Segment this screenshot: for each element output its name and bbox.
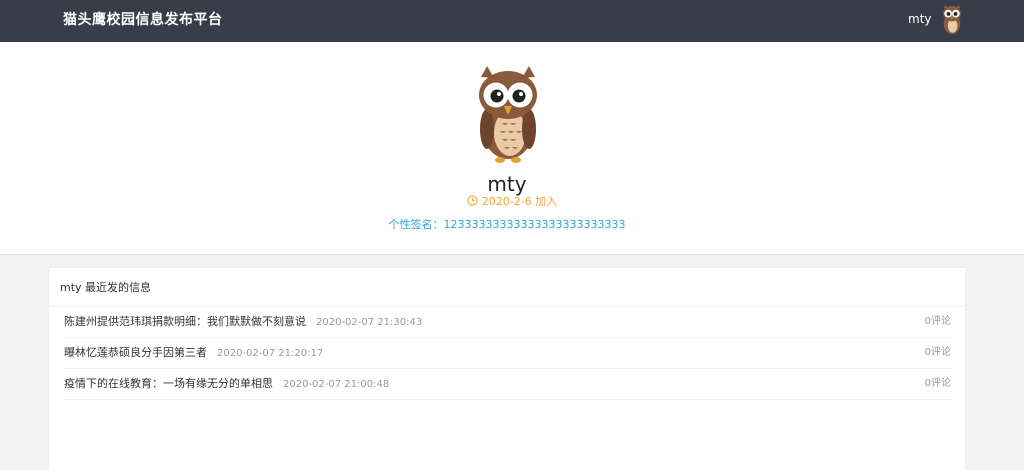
- nav-owl-avatar-icon[interactable]: [940, 4, 964, 36]
- post-link[interactable]: 曝林忆莲恭硕良分手因第三者 2020-02-07 21:20:17: [64, 346, 323, 361]
- clock-icon: [467, 195, 478, 206]
- post-row: 疫情下的在线教育：一场有缘无分的单相思 2020-02-07 21:00:48 0…: [64, 369, 951, 400]
- post-time: 2020-02-07 21:00:48: [283, 379, 390, 390]
- profile-username: mty: [487, 172, 527, 196]
- post-row: 曝林忆莲恭硕良分手因第三者 2020-02-07 21:20:17 0评论: [64, 338, 951, 369]
- join-date: 2020-2-6 加入: [0, 195, 1024, 209]
- post-link[interactable]: 陈建州提供范玮琪捐款明细：我们默默做不刻意说 2020-02-07 21:30:4…: [64, 315, 422, 330]
- site-brand[interactable]: 猫头鹰校园信息发布平台: [63, 11, 223, 29]
- post-row: 陈建州提供范玮琪捐款明细：我们默默做不刻意说 2020-02-07 21:30:4…: [64, 307, 951, 338]
- post-title[interactable]: 陈建州提供范玮琪捐款明细：我们默默做不刻意说: [64, 315, 306, 328]
- recent-posts-list: 陈建州提供范玮琪捐款明细：我们默默做不刻意说 2020-02-07 21:30:4…: [64, 307, 951, 400]
- recent-posts-title: mty 最近发的信息: [60, 281, 152, 294]
- post-title[interactable]: 曝林忆莲恭硕良分手因第三者: [64, 346, 207, 359]
- post-link[interactable]: 疫情下的在线教育：一场有缘无分的单相思 2020-02-07 21:00:48: [64, 377, 389, 392]
- post-time: 2020-02-07 21:30:43: [316, 317, 423, 328]
- post-comment-count: 0评论: [924, 378, 951, 389]
- recent-posts-header: mty 最近发的信息: [49, 268, 965, 307]
- post-comment-count: 0评论: [924, 316, 951, 327]
- post-title[interactable]: 疫情下的在线教育：一场有缘无分的单相思: [64, 377, 273, 390]
- nav-username[interactable]: mty: [908, 11, 932, 27]
- profile-section: mty 2020-2-6 加入 个性签名：1233333333333333333…: [0, 42, 1024, 255]
- post-time: 2020-02-07 21:20:17: [217, 348, 324, 359]
- top-nav-bar: 猫头鹰校园信息发布平台 mty: [0, 0, 1024, 42]
- post-comment-count: 0评论: [924, 347, 951, 358]
- recent-posts-card: mty 最近发的信息 陈建州提供范玮琪捐款明细：我们默默做不刻意说 2020-02…: [48, 267, 966, 470]
- join-date-text: 2020-2-6 加入: [481, 195, 558, 208]
- user-signature: 个性签名：12333333333333333333333333: [388, 218, 626, 231]
- profile-owl-avatar-icon: [479, 66, 537, 163]
